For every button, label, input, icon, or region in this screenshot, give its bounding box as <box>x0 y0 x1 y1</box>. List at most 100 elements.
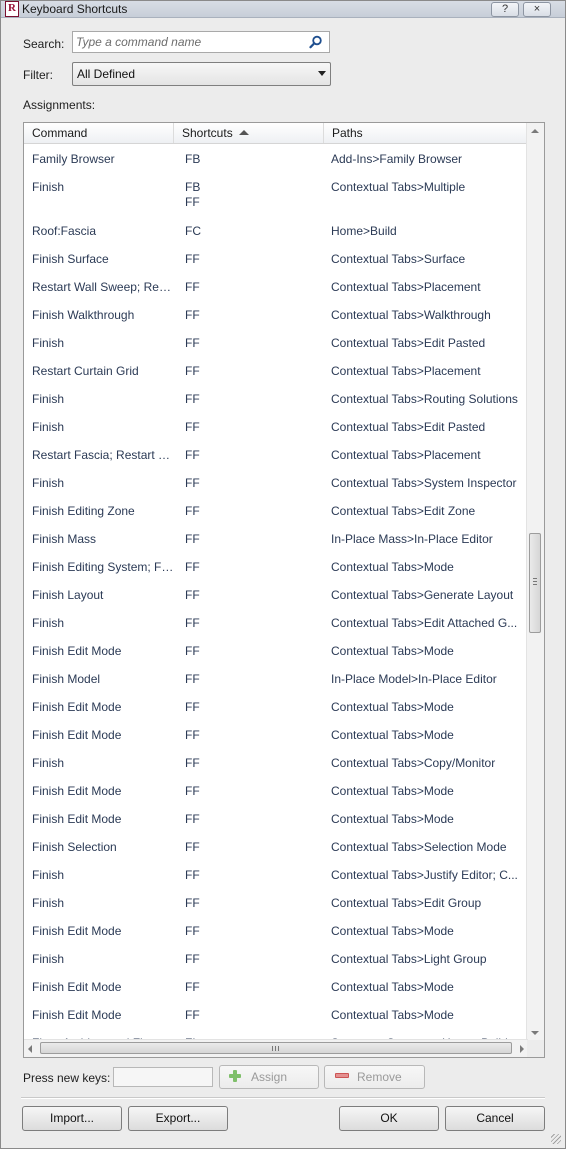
table-row[interactable]: Finish FF Contextual Tabs>Edit Pasted <box>24 328 528 356</box>
path-cell: Contextual Tabs>Light Group <box>331 952 487 966</box>
path-cell: Contextual Tabs>Edit Attached G... <box>331 616 518 630</box>
command-cell: Finish <box>32 476 65 490</box>
table-row[interactable]: Finish Surface FF Contextual Tabs>Surface <box>24 244 528 272</box>
table-row[interactable]: Restart Wall Sweep; Res... FF Contextual T… <box>24 272 528 300</box>
close-button[interactable]: × <box>523 2 551 17</box>
table-row[interactable]: Finish FF Contextual Tabs>Copy/Monitor <box>24 748 528 776</box>
path-cell: Contextual Tabs>Placement <box>331 364 481 378</box>
table-row[interactable]: Finish Edit Mode FF Contextual Tabs>Mode <box>24 804 528 832</box>
table-row[interactable]: Finish FF Contextual Tabs>Edit Attached G.… <box>24 608 528 636</box>
press-new-keys-label: Press new keys: <box>23 1071 111 1085</box>
table-row[interactable]: Finish Layout FF Contextual Tabs>Generate … <box>24 580 528 608</box>
table-row[interactable]: Finish Edit Mode FF Contextual Tabs>Mode <box>24 1000 528 1028</box>
path-cell: Contextual Tabs>Mode <box>331 1008 454 1022</box>
command-cell: Finish Edit Mode <box>32 924 122 938</box>
shortcut-cell: FF <box>185 420 200 434</box>
table-row[interactable]: Finish Mass FF In-Place Mass>In-Place Edit… <box>24 524 528 552</box>
shortcut-cell: FC <box>185 224 201 238</box>
vertical-scrollbar[interactable] <box>526 123 544 1041</box>
press-new-keys-input[interactable] <box>113 1067 213 1087</box>
table-row[interactable]: Finish Model FF In-Place Model>In-Place Ed… <box>24 664 528 692</box>
column-header-command-label: Command <box>32 126 88 140</box>
shortcut-cell: FF <box>185 1008 200 1022</box>
horizontal-scroll-thumb[interactable] <box>40 1042 512 1054</box>
table-row[interactable]: Finish FF Contextual Tabs>Edit Pasted <box>24 412 528 440</box>
search-input[interactable] <box>76 34 304 50</box>
plus-icon <box>228 1069 242 1083</box>
remove-button[interactable]: Remove <box>324 1065 425 1089</box>
shortcut-cell: FF <box>185 392 200 406</box>
search-field[interactable] <box>72 31 330 53</box>
table-row[interactable]: Finish FF Contextual Tabs>Justify Editor; … <box>24 860 528 888</box>
table-row[interactable]: Finish Editing System; Fi... FF Contextual… <box>24 552 528 580</box>
path-cell: Contextual Tabs>Walkthrough <box>331 308 491 322</box>
path-cell: Contextual Tabs>Placement <box>331 448 481 462</box>
column-header-command[interactable]: Command <box>24 123 174 143</box>
assign-button[interactable]: Assign <box>219 1065 319 1089</box>
table-row[interactable]: Finish Editing Zone FF Contextual Tabs>Edi… <box>24 496 528 524</box>
path-cell: Contextual Tabs>Mode <box>331 728 454 742</box>
table-row[interactable]: Finish Edit Mode FF Contextual Tabs>Mode <box>24 972 528 1000</box>
table-row[interactable]: Roof:Fascia FC Home>Build <box>24 216 528 244</box>
table-row[interactable]: Finish Selection FF Contextual Tabs>Select… <box>24 832 528 860</box>
shortcut-cell: FF <box>185 504 200 518</box>
path-cell: Contextual Tabs>Routing Solutions <box>331 392 518 406</box>
table-row[interactable]: Restart Curtain Grid FF Contextual Tabs>Pl… <box>24 356 528 384</box>
path-cell: Contextual Tabs>Edit Pasted <box>331 420 486 434</box>
import-button[interactable]: Import... <box>22 1106 122 1131</box>
vertical-scroll-thumb[interactable] <box>529 533 541 633</box>
table-row[interactable]: Finish Edit Mode FF Contextual Tabs>Mode <box>24 916 528 944</box>
table-row[interactable]: Family Browser FB Add-Ins>Family Browser <box>24 144 528 172</box>
shortcut-cell: FF <box>185 728 200 742</box>
table-row[interactable]: Finish Walkthrough FF Contextual Tabs>Walk… <box>24 300 528 328</box>
filter-dropdown[interactable]: All Defined <box>72 62 331 86</box>
horizontal-scrollbar[interactable] <box>24 1039 528 1057</box>
path-cell: Home>Build <box>331 224 397 238</box>
command-cell: Finish <box>32 392 65 406</box>
table-row[interactable]: Finish Edit Mode FF Contextual Tabs>Mode <box>24 636 528 664</box>
table-row[interactable]: Finish FB FF Contextual Tabs>Multiple <box>24 172 528 216</box>
help-button[interactable]: ? <box>491 2 519 17</box>
shortcut-cell: FB FF <box>185 180 201 209</box>
command-cell: Finish Selection <box>32 840 117 854</box>
table-row[interactable]: Finish Edit Mode FF Contextual Tabs>Mode <box>24 720 528 748</box>
path-cell: Contextual Tabs>Justify Editor; C... <box>331 868 518 882</box>
path-cell: Add-Ins>Family Browser <box>331 152 463 166</box>
window-title: Keyboard Shortcuts <box>22 2 128 16</box>
table-row[interactable]: Restart Fascia; Restart G... FF Contextual… <box>24 440 528 468</box>
filter-label: Filter: <box>23 68 53 82</box>
export-button[interactable]: Export... <box>128 1106 228 1131</box>
scroll-up-arrow-icon[interactable] <box>531 129 539 133</box>
column-header-shortcuts-label: Shortcuts <box>182 126 233 140</box>
scroll-down-arrow-icon[interactable] <box>531 1031 539 1035</box>
table-row[interactable]: Finish FF Contextual Tabs>Light Group <box>24 944 528 972</box>
search-label: Search: <box>23 37 65 51</box>
command-cell: Finish Edit Mode <box>32 784 122 798</box>
assignments-table[interactable]: Command Shortcuts Paths Family Browser FB… <box>23 122 545 1058</box>
shortcut-cell: FF <box>185 952 200 966</box>
shortcut-cell: FF <box>185 476 200 490</box>
grip-line <box>533 578 537 579</box>
chevron-down-icon[interactable] <box>318 71 326 76</box>
path-cell: Contextual Tabs>Mode <box>331 644 454 658</box>
shortcut-cell: FF <box>185 448 200 462</box>
scroll-left-arrow-icon[interactable] <box>28 1045 32 1053</box>
scroll-right-arrow-icon[interactable] <box>520 1045 524 1053</box>
shortcut-cell: FF <box>185 280 200 294</box>
shortcut-cell: FF <box>185 644 200 658</box>
search-icon[interactable] <box>309 35 323 49</box>
table-row[interactable]: Finish Edit Mode FF Contextual Tabs>Mode <box>24 776 528 804</box>
table-row[interactable]: Finish FF Contextual Tabs>Edit Group <box>24 888 528 916</box>
column-header-paths[interactable]: Paths <box>324 123 528 143</box>
table-header: Command Shortcuts Paths <box>24 123 528 144</box>
table-row[interactable]: Finish FF Contextual Tabs>Routing Solution… <box>24 384 528 412</box>
cancel-button[interactable]: Cancel <box>445 1106 545 1131</box>
table-row[interactable]: Finish Edit Mode FF Contextual Tabs>Mode <box>24 692 528 720</box>
resize-grip[interactable] <box>551 1134 561 1144</box>
ok-button[interactable]: OK <box>339 1106 439 1131</box>
column-header-shortcuts[interactable]: Shortcuts <box>174 123 324 143</box>
command-cell: Finish <box>32 336 65 350</box>
table-row[interactable]: Finish FF Contextual Tabs>System Inspector <box>24 468 528 496</box>
path-cell: Contextual Tabs>Mode <box>331 700 454 714</box>
table-row[interactable]: Floor:Architectural FloorFLStructure>Str… <box>24 1028 528 1039</box>
